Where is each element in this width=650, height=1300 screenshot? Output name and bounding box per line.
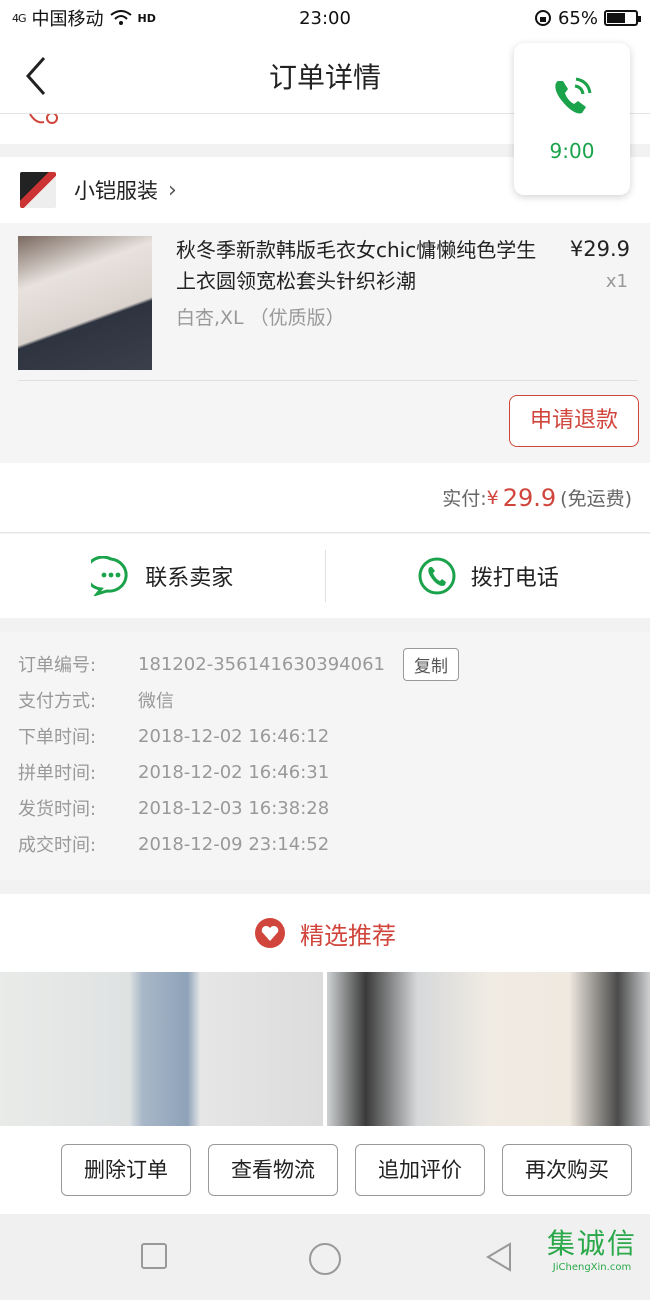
info-row-group-time: 拼单时间: 2018-12-02 16:46:31 [18, 754, 650, 790]
buy-again-button[interactable]: 再次购买 [502, 1144, 632, 1196]
paid-label: 实付: [442, 488, 487, 510]
home-icon[interactable] [308, 1242, 342, 1276]
info-value: 微信 [138, 691, 174, 712]
call-phone-label: 拨打电话 [470, 566, 559, 591]
product-title: 秋冬季新款韩版毛衣女chic慵懒纯色学生上衣圆领宽松套头针织衫潮 [176, 238, 537, 293]
recommend-header: 精选推荐 [0, 894, 650, 972]
product-spec: 白杏,XL （优质版） [176, 307, 345, 329]
product-price: ¥29.9 [569, 237, 630, 261]
call-timer: 9:00 [549, 139, 595, 163]
contact-seller-label: 联系卖家 [145, 566, 234, 591]
shipping-note: (免运费) [560, 488, 632, 510]
phone-call-icon [555, 77, 592, 114]
contact-row: 联系卖家 拨打电话 [0, 534, 650, 618]
paid-amount: 29.9 [502, 483, 557, 512]
chat-icon [91, 556, 128, 596]
info-value: 2018-12-09 23:14:52 [138, 833, 330, 855]
info-row-deal-time: 成交时间: 2018-12-09 23:14:52 [18, 826, 650, 862]
recent-apps-icon[interactable] [140, 1242, 168, 1270]
info-label: 成交时间: [18, 835, 97, 856]
info-label: 订单编号: [18, 655, 97, 676]
info-row-order-time: 下单时间: 2018-12-02 16:46:12 [18, 718, 650, 754]
call-phone-button[interactable]: 拨打电话 [326, 534, 650, 618]
add-review-button[interactable]: 追加评价 [355, 1144, 485, 1196]
info-label: 下单时间: [18, 727, 97, 748]
info-label: 发货时间: [18, 799, 97, 820]
contact-seller-button[interactable]: 联系卖家 [0, 534, 325, 618]
info-value: 2018-12-02 16:46:31 [138, 761, 330, 783]
status-time: 23:00 [299, 7, 351, 29]
call-float-widget[interactable]: 9:00 [514, 43, 630, 195]
recommend-title: 精选推荐 [300, 921, 396, 950]
watermark: 集诚信 JiChengXin.com [534, 1222, 650, 1300]
divider [18, 380, 638, 381]
view-logistics-button[interactable]: 查看物流 [208, 1144, 338, 1196]
info-row-ship-time: 发货时间: 2018-12-03 16:38:28 [18, 790, 650, 826]
info-value: 2018-12-03 16:38:28 [138, 797, 330, 819]
store-name: 小铠服装 [74, 179, 158, 203]
order-info: 订单编号: 181202-356141630394061 复制 支付方式: 微信… [0, 632, 650, 880]
partial-icon [29, 114, 58, 124]
product-qty: x1 [605, 271, 628, 292]
back-icon[interactable] [484, 1242, 514, 1272]
order-number: 181202-356141630394061 [138, 653, 385, 675]
status-bar: 4G 中国移动 HD 23:00 65% [0, 0, 650, 36]
phone-icon [418, 557, 456, 595]
recommend-product-image[interactable] [327, 972, 650, 1126]
info-row-payment: 支付方式: 微信 [18, 682, 650, 718]
action-bar: 删除订单 查看物流 追加评价 再次购买 [0, 1126, 650, 1214]
info-label: 拼单时间: [18, 763, 97, 784]
watermark-url: JiChengXin.com [552, 1262, 632, 1273]
info-row-order-no: 订单编号: 181202-356141630394061 复制 [18, 646, 650, 682]
refund-button[interactable]: 申请退款 [509, 395, 639, 447]
heart-icon [255, 918, 285, 948]
watermark-logo: 集诚信 [546, 1227, 637, 1260]
currency-symbol: ¥ [486, 486, 499, 509]
battery-fill [607, 13, 626, 23]
info-label: 支付方式: [18, 691, 97, 712]
copy-button[interactable]: 复制 [403, 647, 459, 681]
recommend-product-image[interactable] [0, 972, 323, 1126]
delete-order-button[interactable]: 删除订单 [61, 1144, 191, 1196]
payment-summary: 实付: ¥ 29.9 (免运费) [0, 463, 650, 533]
product-thumbnail[interactable] [18, 236, 152, 370]
info-value: 2018-12-02 16:46:12 [138, 725, 330, 747]
store-logo [20, 172, 56, 208]
chevron-right-icon: › [168, 177, 177, 203]
battery-icon [604, 10, 641, 26]
product-item[interactable]: 秋冬季新款韩版毛衣女chic慵懒纯色学生上衣圆领宽松套头针织衫潮 白杏,XL （… [0, 223, 650, 463]
recommend-grid [0, 972, 650, 1126]
